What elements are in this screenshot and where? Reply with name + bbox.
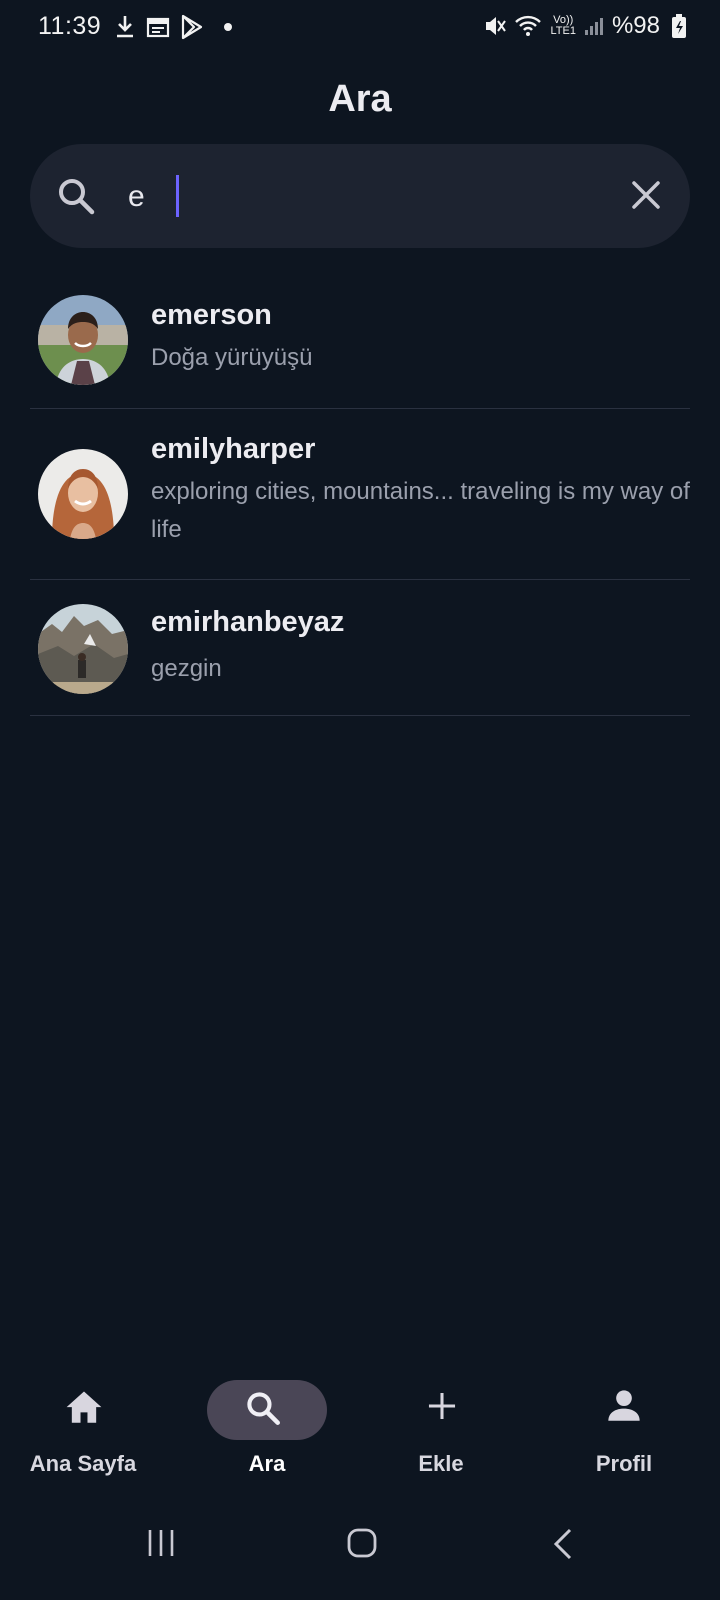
battery-percent: %98 (611, 12, 660, 39)
person-icon (608, 1390, 640, 1421)
nav-label: Ara (248, 1451, 286, 1476)
result-bio: gezgin (151, 655, 222, 682)
status-bar: 11:39 Vo)) LTE1 %98 (0, 0, 720, 52)
calendar-icon (146, 17, 170, 38)
network-label: LTE1 (550, 25, 576, 37)
text-caret (176, 175, 179, 217)
home-icon (66, 1391, 102, 1423)
nav-label: Ekle (418, 1451, 464, 1476)
bottom-navigation: Ana Sayfa Ara Ekle Profil (0, 1360, 720, 1480)
page-title: Ara (328, 78, 392, 120)
avatar[interactable] (38, 295, 128, 385)
list-item[interactable]: emilyharper exploring cities, mountains.… (30, 409, 690, 580)
result-bio: Doğa yürüyüşü (151, 344, 313, 371)
search-results-list: emerson Doğa yürüyüşü emilyharper explor… (30, 275, 690, 716)
nav-item-home[interactable]: Ana Sayfa (0, 1360, 180, 1480)
signal-icon (584, 18, 603, 35)
result-username: emirhanbeyaz (151, 606, 345, 638)
status-system-icons: Vo)) LTE1 %98 (484, 12, 660, 40)
avatar[interactable] (38, 604, 128, 694)
mute-icon (486, 17, 507, 35)
nav-label: Ana Sayfa (29, 1451, 137, 1476)
recent-apps-icon[interactable] (146, 1528, 176, 1558)
play-store-icon (181, 14, 203, 40)
result-username: emilyharper (151, 433, 316, 465)
nav-item-profile[interactable]: Profil (540, 1360, 720, 1480)
lte-indicator: Vo)) LTE1 (550, 15, 575, 37)
status-notification-icons (114, 14, 232, 40)
wifi-icon (515, 15, 542, 36)
search-icon (247, 1392, 280, 1425)
back-icon[interactable] (552, 1528, 576, 1560)
status-time: 11:39 (38, 12, 102, 40)
system-navigation-bar (0, 1500, 720, 1600)
search-icon (59, 179, 95, 215)
notification-dot (224, 23, 232, 31)
nav-item-add[interactable]: Ekle (360, 1360, 540, 1480)
download-icon (117, 16, 133, 38)
avatar[interactable] (38, 449, 128, 539)
close-icon[interactable] (628, 177, 664, 213)
battery-icon (672, 14, 686, 38)
plus-icon (428, 1392, 456, 1420)
list-item[interactable]: emirhanbeyaz gezgin (30, 580, 690, 716)
result-username: emerson (151, 299, 272, 331)
search-input[interactable] (126, 172, 630, 222)
search-bar[interactable] (30, 144, 690, 248)
result-bio: exploring cities, mountains... traveling… (151, 478, 690, 543)
home-button-icon[interactable] (346, 1527, 378, 1559)
list-item[interactable]: emerson Doğa yürüyüşü (30, 275, 690, 409)
nav-item-search[interactable]: Ara (180, 1360, 360, 1480)
nav-label: Profil (595, 1451, 653, 1476)
